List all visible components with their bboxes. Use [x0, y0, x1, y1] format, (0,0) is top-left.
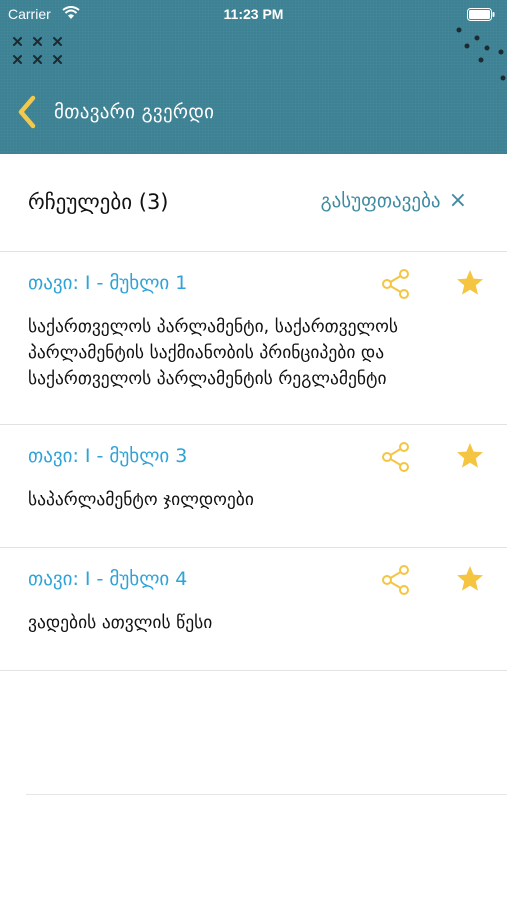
status-bar: Carrier 11:23 PM [0, 0, 507, 28]
close-icon: × [448, 188, 467, 213]
list-item[interactable]: თავი: I - მუხლი 4 ვადების ათვლის წესი [0, 548, 507, 671]
clear-all-label: გასუფთავება [320, 190, 441, 212]
item-title[interactable]: თავი: I - მუხლი 3 [28, 445, 187, 467]
share-icon [382, 442, 409, 472]
favorites-list: თავი: I - მუხლი 1 საქართველოს პარლამენტი… [0, 252, 507, 671]
item-title[interactable]: თავი: I - მუხლი 1 [28, 272, 187, 294]
chevron-left-icon [18, 95, 36, 129]
list-item[interactable]: თავი: I - მუხლი 1 საქართველოს პარლამენტი… [0, 252, 507, 425]
nav-back-label: მთავარი გვერდი [54, 101, 215, 123]
clear-all-button[interactable]: გასუფთავება × [320, 188, 467, 213]
list-item[interactable]: თავი: I - მუხლი 3 საპარლამენტო ჯილდოები [0, 425, 507, 548]
share-icon [382, 269, 409, 299]
star-icon [457, 270, 483, 295]
share-button[interactable] [380, 268, 412, 300]
decorative-cross-pattern-icon [13, 37, 62, 64]
share-icon [382, 565, 409, 595]
star-icon [457, 566, 483, 591]
item-description: საპარლამენტო ჯილდოები [28, 490, 254, 510]
divider [26, 794, 507, 795]
star-icon [457, 443, 483, 468]
share-button[interactable] [380, 564, 412, 596]
item-description: საქართველოს პარლამენტი, საქართველოს პარლ… [28, 317, 399, 389]
favorite-star-button[interactable] [455, 268, 485, 298]
status-time: 11:23 PM [223, 6, 284, 22]
share-button[interactable] [380, 441, 412, 473]
favorite-star-button[interactable] [455, 441, 485, 471]
app-screen: Carrier 11:23 PM მთავარი გვერდი რჩეულები… [0, 0, 507, 900]
back-button[interactable]: მთავარი გვერდი [16, 92, 214, 132]
battery-icon [467, 8, 495, 24]
favorites-section-header: რჩეულები (3) გასუფთავება × [0, 154, 507, 252]
decorative-dots-icon [456, 27, 506, 81]
item-title[interactable]: თავი: I - მუხლი 4 [28, 568, 187, 590]
item-description: ვადების ათვლის წესი [28, 613, 213, 633]
favorite-star-button[interactable] [455, 564, 485, 594]
page-title: რჩეულები (3) [28, 190, 169, 214]
header: Carrier 11:23 PM მთავარი გვერდი [0, 0, 507, 154]
